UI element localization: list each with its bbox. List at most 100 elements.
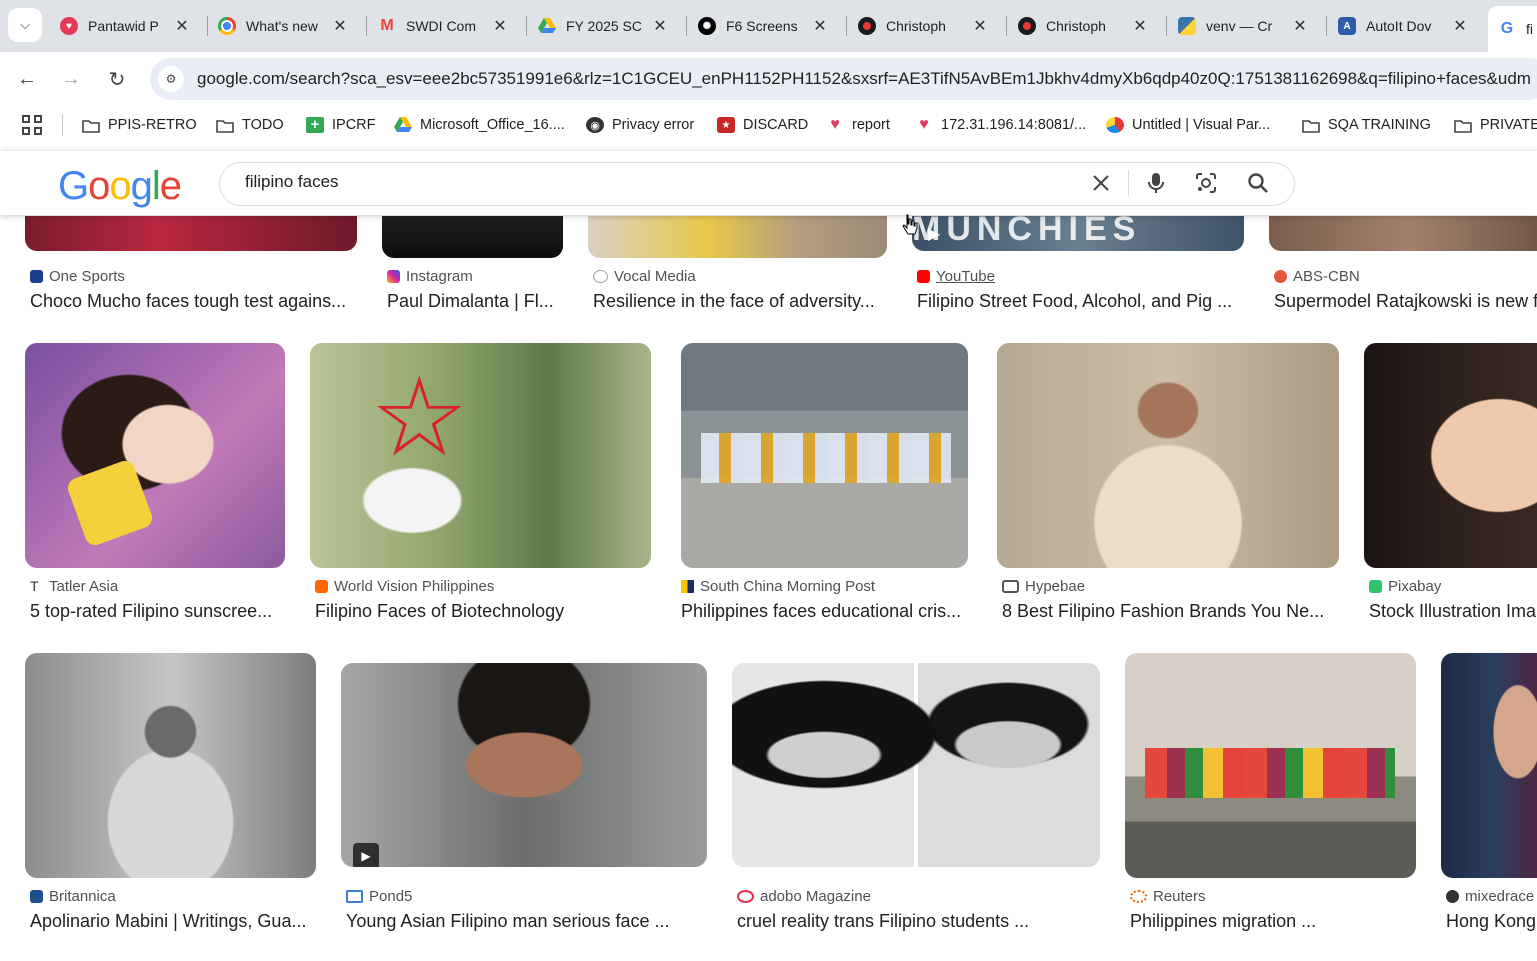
result-source[interactable]: YouTube bbox=[917, 268, 995, 285]
search-button[interactable] bbox=[1245, 170, 1271, 196]
tab-search-button[interactable]: ⌵ bbox=[8, 8, 42, 42]
result-image[interactable] bbox=[997, 343, 1339, 568]
bookmark-microsoft-office[interactable]: Microsoft_Office_16.... bbox=[394, 114, 565, 136]
mouse-cursor bbox=[902, 214, 918, 243]
bookmark-ip-address[interactable]: ♥ 172.31.196.14:8081/... bbox=[915, 114, 1086, 136]
clear-search-button[interactable] bbox=[1088, 170, 1114, 196]
close-tab-icon[interactable]: ✕ bbox=[1450, 16, 1470, 36]
bookmark-privacy-error[interactable]: ◉ Privacy error bbox=[586, 114, 694, 136]
tab-item[interactable]: ♥ Pantawid P ✕ bbox=[50, 8, 200, 44]
close-tab-icon[interactable]: ✕ bbox=[490, 16, 510, 36]
close-tab-icon[interactable]: ✕ bbox=[810, 16, 830, 36]
bookmark-discard[interactable]: ★ DISCARD bbox=[717, 114, 808, 136]
bookmark-todo[interactable]: TODO bbox=[216, 114, 284, 136]
apps-grid-icon[interactable] bbox=[22, 115, 42, 135]
tab-item[interactable]: M SWDI Com ✕ bbox=[368, 8, 518, 44]
result-image[interactable] bbox=[732, 663, 1100, 867]
tab-item[interactable]: Christoph ✕ bbox=[1008, 8, 1158, 44]
result-image[interactable] bbox=[1441, 653, 1537, 878]
result-title[interactable]: Paul Dimalanta | Fl... bbox=[387, 291, 563, 312]
result-title[interactable]: Filipino Faces of Biotechnology bbox=[315, 601, 651, 622]
result-source[interactable]: South China Morning Post bbox=[681, 578, 875, 595]
result-source[interactable]: T Tatler Asia bbox=[30, 578, 118, 595]
close-tab-icon[interactable]: ✕ bbox=[650, 16, 670, 36]
forward-button[interactable]: → bbox=[56, 64, 86, 94]
result-title[interactable]: Philippines faces educational cris... bbox=[681, 601, 968, 622]
result-title[interactable]: Stock Illustration Ima bbox=[1369, 601, 1537, 622]
tab-item[interactable]: venv — Cr ✕ bbox=[1168, 8, 1318, 44]
bookmark-private[interactable]: PRIVATE bbox=[1454, 114, 1537, 136]
close-tab-icon[interactable]: ✕ bbox=[1130, 16, 1150, 36]
result-source[interactable]: World Vision Philippines bbox=[315, 578, 494, 595]
result-image[interactable] bbox=[588, 216, 887, 258]
result-source[interactable]: Hypebae bbox=[1002, 578, 1085, 595]
tab-item[interactable]: FY 2025 SC ✕ bbox=[528, 8, 678, 44]
result-title[interactable]: Supermodel Ratajkowski is new f bbox=[1274, 291, 1537, 312]
close-tab-icon[interactable]: ✕ bbox=[970, 16, 990, 36]
close-tab-icon[interactable]: ✕ bbox=[172, 16, 192, 36]
result-image[interactable] bbox=[25, 216, 357, 251]
star-decoration: ☆ bbox=[370, 356, 469, 479]
result-title[interactable]: Resilience in the face of adversity... bbox=[593, 291, 887, 312]
play-button[interactable]: ▶ bbox=[353, 843, 379, 867]
result-image[interactable] bbox=[382, 216, 563, 258]
close-tab-icon[interactable]: ✕ bbox=[1290, 16, 1310, 36]
tab-item[interactable]: Christoph ✕ bbox=[848, 8, 998, 44]
back-button[interactable]: ← bbox=[12, 64, 42, 94]
result-source[interactable]: Pixabay bbox=[1369, 578, 1441, 595]
result-image[interactable] bbox=[1364, 343, 1537, 568]
drive-icon bbox=[394, 117, 412, 133]
reload-icon: ↻ bbox=[108, 68, 126, 91]
tab-item-active[interactable]: G fi bbox=[1488, 6, 1537, 52]
tab-item[interactable]: A AutoIt Dov ✕ bbox=[1328, 8, 1478, 44]
search-box[interactable] bbox=[219, 162, 1295, 206]
result-source[interactable]: One Sports bbox=[30, 268, 125, 285]
folder-icon bbox=[216, 117, 234, 133]
result-title[interactable]: cruel reality trans Filipino students ..… bbox=[737, 911, 1100, 932]
result-image[interactable] bbox=[1125, 653, 1416, 878]
tab-item[interactable]: ✺ F6 Screens ✕ bbox=[688, 8, 838, 44]
result-title[interactable]: Choco Mucho faces tough test agains... bbox=[30, 291, 355, 312]
bookmark-sqa-training[interactable]: SQA TRAINING bbox=[1302, 114, 1431, 136]
voice-search-button[interactable] bbox=[1143, 170, 1169, 196]
search-input[interactable]: filipino faces bbox=[245, 172, 339, 192]
url-text[interactable]: google.com/search?sca_esv=eee2bc57351991… bbox=[197, 69, 1531, 89]
microphone-icon bbox=[1148, 173, 1164, 193]
result-title[interactable]: Young Asian Filipino man serious face ..… bbox=[346, 911, 707, 932]
result-source[interactable]: Instagram bbox=[387, 268, 473, 285]
result-source[interactable]: Britannica bbox=[30, 888, 116, 905]
bookmark-ipcrf[interactable]: + IPCRF bbox=[306, 114, 376, 136]
result-title[interactable]: Apolinario Mabini | Writings, Gua... bbox=[30, 911, 316, 932]
google-logo[interactable]: Google bbox=[58, 164, 182, 209]
reload-button[interactable]: ↻ bbox=[102, 64, 132, 94]
openai-icon: ✺ bbox=[698, 17, 716, 35]
close-tab-icon[interactable]: ✕ bbox=[330, 16, 350, 36]
result-source[interactable]: ABS-CBN bbox=[1274, 268, 1360, 285]
result-title[interactable]: 8 Best Filipino Fashion Brands You Ne... bbox=[1002, 601, 1339, 622]
result-source[interactable]: mixedrace bbox=[1446, 888, 1534, 905]
result-image[interactable]: ▶ bbox=[341, 663, 707, 867]
result-title[interactable]: Hong Kong bbox=[1446, 911, 1537, 932]
lens-search-button[interactable] bbox=[1193, 170, 1219, 196]
site-info-icon[interactable]: ⚙ bbox=[158, 66, 184, 92]
result-source[interactable]: Vocal Media bbox=[593, 268, 696, 285]
source-favicon bbox=[593, 270, 608, 283]
result-image[interactable] bbox=[1269, 216, 1537, 251]
search-icon bbox=[1248, 173, 1268, 193]
result-image[interactable]: MUNCHIES ▶ bbox=[912, 216, 1244, 251]
tab-item[interactable]: What's new ✕ bbox=[208, 8, 358, 44]
result-title[interactable]: Filipino Street Food, Alcohol, and Pig .… bbox=[917, 291, 1244, 312]
bookmark-report[interactable]: ♥ report bbox=[826, 114, 890, 136]
result-title[interactable]: 5 top-rated Filipino sunscree... bbox=[30, 601, 285, 622]
result-source[interactable]: Reuters bbox=[1130, 888, 1206, 905]
bookmark-ppis-retro[interactable]: PPIS-RETRO bbox=[82, 114, 197, 136]
result-image[interactable] bbox=[25, 343, 285, 568]
result-image[interactable] bbox=[681, 343, 968, 568]
bookmark-visual-paradigm[interactable]: Untitled | Visual Par... bbox=[1106, 114, 1270, 136]
result-title[interactable]: Philippines migration ... bbox=[1130, 911, 1416, 932]
source-favicon bbox=[315, 580, 328, 593]
result-image[interactable]: ☆ bbox=[310, 343, 651, 568]
result-image[interactable] bbox=[25, 653, 316, 878]
result-source[interactable]: Pond5 bbox=[346, 888, 412, 905]
result-source[interactable]: adobo Magazine bbox=[737, 888, 871, 905]
